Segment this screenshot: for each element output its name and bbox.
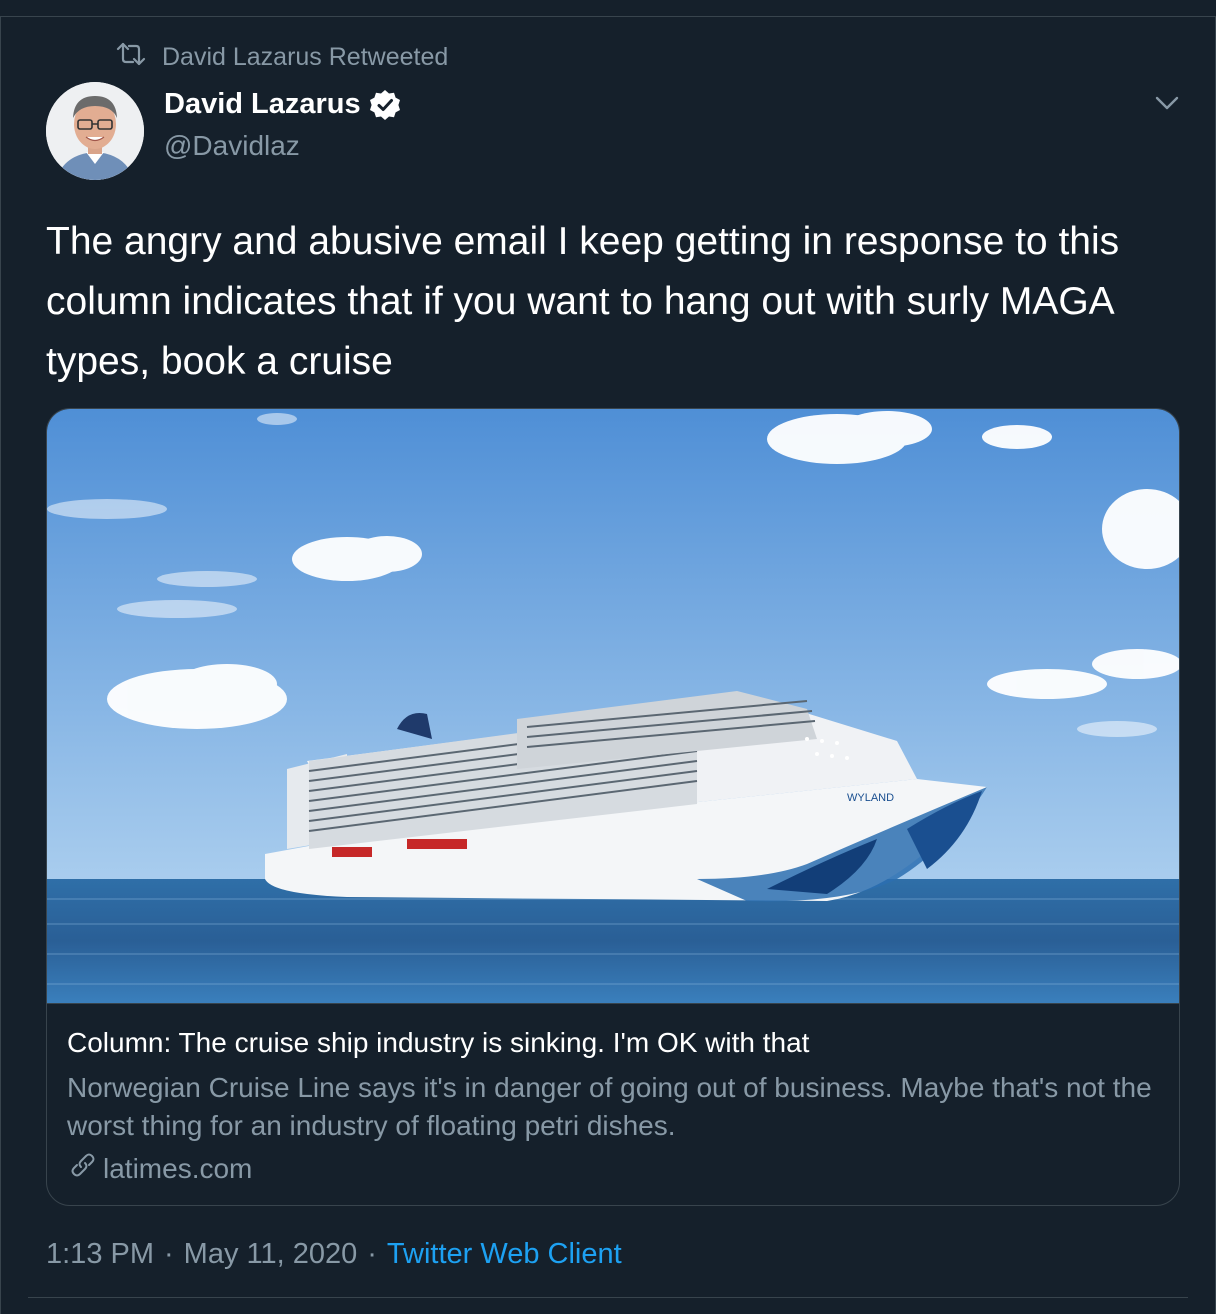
chevron-down-icon[interactable] [1150,88,1184,118]
meta-separator: · [367,1238,377,1270]
meta-separator: · [164,1238,174,1270]
card-domain[interactable]: latimes.com [103,1153,252,1185]
card-description[interactable]: Norwegian Cruise Line says it's in dange… [67,1069,1167,1145]
card-image[interactable]: WYLAND [47,409,1179,1003]
link-card[interactable]: WYLAND Column: The cruise ship industry … [46,408,1180,1206]
bottom-divider [28,1297,1188,1298]
tweet-text: The angry and abusive email I keep getti… [46,220,1120,383]
retweet-context: David Lazarus Retweeted [116,40,448,74]
retweet-icon [116,41,146,74]
card-title[interactable]: Column: The cruise ship industry is sink… [67,1027,809,1059]
avatar[interactable] [46,82,144,180]
tweet-date[interactable]: May 11, 2020 [184,1238,358,1271]
ship-art-label: WYLAND [847,792,894,804]
top-divider [0,16,1216,17]
verified-badge-icon [369,89,401,121]
link-icon [67,1149,99,1188]
card-divider [47,1003,1179,1004]
retweet-label[interactable]: David Lazarus Retweeted [162,43,448,72]
left-border [0,16,1,1314]
card-domain-row[interactable]: latimes.com [67,1149,252,1188]
author-name-row[interactable]: David Lazarus [164,88,401,121]
author-display-name[interactable]: David Lazarus [164,88,361,121]
tweet-meta: 1:13 PM · May 11, 2020 · Twitter Web Cli… [46,1238,622,1271]
author-handle[interactable]: @Davidlaz [164,130,300,162]
tweet-client-link[interactable]: Twitter Web Client [387,1238,622,1271]
tweet-time[interactable]: 1:13 PM [46,1238,154,1271]
